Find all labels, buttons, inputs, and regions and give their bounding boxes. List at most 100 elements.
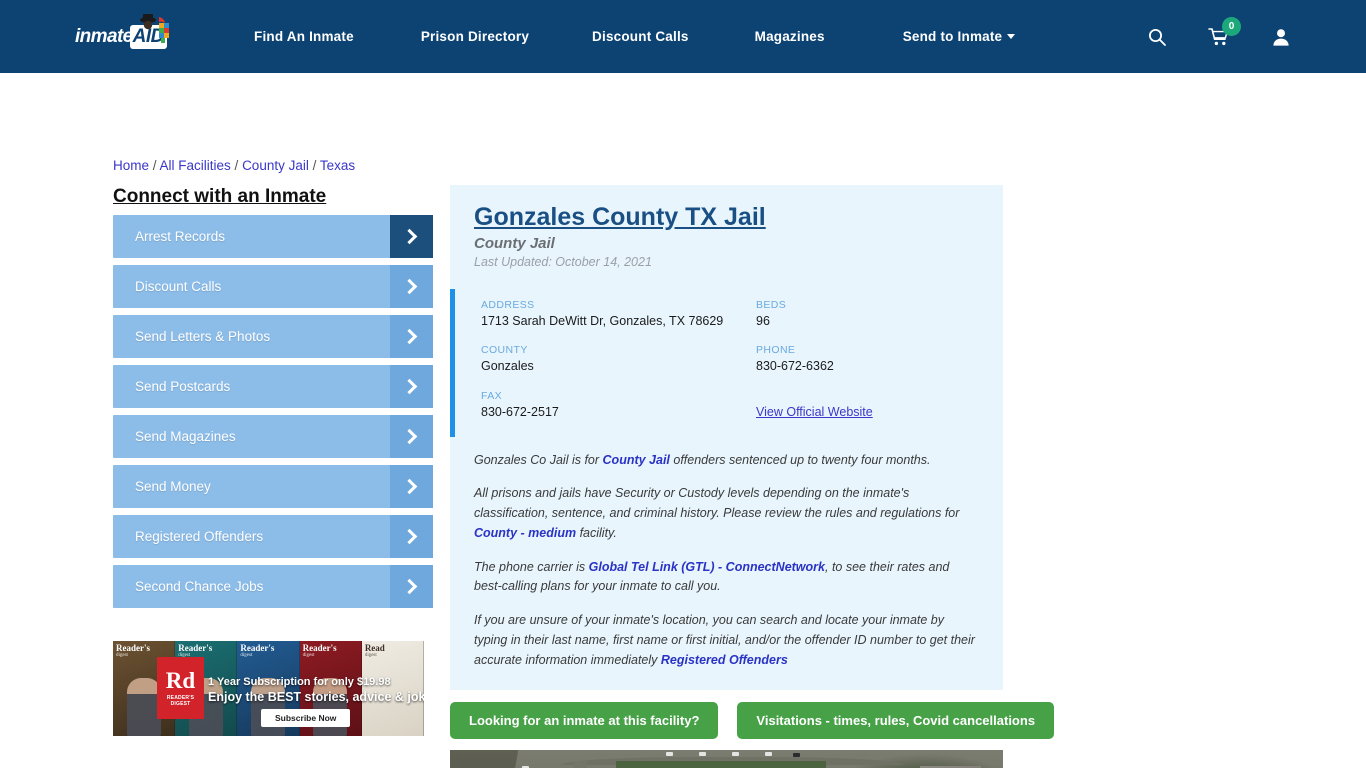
sidebar-item-label: Arrest Records (135, 229, 226, 244)
facility-aerial-image: Gonzales County Jail (450, 750, 1003, 768)
person-glyph (1273, 28, 1289, 46)
facility-info-grid: ADDRESS 1713 Sarah DeWitt Dr, Gonzales, … (481, 299, 979, 421)
nav-item-discount-calls[interactable]: Discount Calls (592, 23, 689, 50)
info-value: 96 (756, 313, 770, 328)
nav-item-prison-directory[interactable]: Prison Directory (421, 23, 529, 50)
ad-cover-photo (313, 678, 348, 736)
info-field-address: ADDRESS 1713 Sarah DeWitt Dr, Gonzales, … (481, 299, 756, 330)
nav-item-send-to-inmate[interactable]: Send to Inmate (903, 23, 1016, 50)
sidebar-item-discount-calls[interactable]: Discount Calls (113, 265, 433, 308)
info-field-phone: PHONE 830-672-6362 (756, 344, 979, 375)
p1-link-county-jail[interactable]: County Jail (603, 453, 670, 467)
page-title: Gonzales County TX Jail (474, 203, 766, 231)
sidebar-item-label: Discount Calls (135, 279, 222, 294)
page-body: Home / All Facilities / County Jail / Te… (0, 73, 1366, 768)
info-value: 830-672-6362 (756, 359, 834, 374)
breadcrumb: Home / All Facilities / County Jail / Te… (113, 158, 355, 173)
chevron-down-icon (1007, 34, 1016, 39)
sidebar-item-label: Registered Offenders (135, 529, 264, 544)
sidebar-item-label: Send Money (135, 479, 211, 494)
p1-text-a: Gonzales Co Jail is for (474, 452, 603, 467)
p2-link-county-medium[interactable]: County - medium (474, 526, 576, 540)
site-header: inmate AID Find An Inmate Prison Directo… (0, 0, 1366, 73)
facility-type: County Jail (474, 234, 555, 252)
sidebar-heading: Connect with an Inmate (113, 186, 327, 207)
chevron-right-icon (390, 465, 433, 508)
breadcrumb-separator-1: / (149, 158, 160, 173)
p2-text-a: All prisons and jails have Security or C… (474, 486, 960, 521)
breadcrumb-item-home[interactable]: Home (113, 158, 149, 173)
info-value: 1713 Sarah DeWitt Dr, Gonzales, TX 78629 (481, 313, 724, 328)
breadcrumb-item-texas[interactable]: Texas (320, 158, 355, 173)
account-icon[interactable] (1268, 24, 1294, 50)
sidebar-item-label: Second Chance Jobs (135, 579, 264, 594)
sidebar-item-label: Send Postcards (135, 379, 231, 394)
sidebar-item-send-postcards[interactable]: Send Postcards (113, 365, 433, 408)
sidebar-item-send-letters-photos[interactable]: Send Letters & Photos (113, 315, 433, 358)
info-label: PHONE (756, 344, 796, 357)
search-glyph (1149, 28, 1166, 46)
nav-item-magazines[interactable]: Magazines (755, 23, 825, 50)
info-field-website: View Official Website (756, 390, 979, 421)
ad-cover-photo (251, 678, 285, 736)
aerial-road-vertical (574, 760, 587, 768)
breadcrumb-item-all-facilities[interactable]: All Facilities (160, 158, 231, 173)
header-icon-group: 0 (1144, 16, 1294, 50)
sidebar: Arrest Records Discount Calls Send Lette… (113, 215, 433, 615)
info-label-spacer (756, 390, 979, 402)
ad-cover-sub: digest (364, 653, 377, 659)
ad-cover-title: Read (364, 643, 385, 653)
description-paragraph-1: Gonzales Co Jail is for County Jail offe… (474, 451, 979, 471)
chevron-right-icon (390, 515, 433, 558)
aerial-grass (615, 760, 827, 768)
sidebar-item-label: Send Magazines (135, 429, 236, 444)
p3-text-a: The phone carrier is (474, 559, 589, 574)
ad-cover: Reader's digest (237, 641, 300, 736)
cart-count-badge: 0 (1222, 16, 1241, 36)
description-paragraph-3: The phone carrier is Global Tel Link (GT… (474, 558, 979, 598)
ad-cover-strip: Reader's digest Reader's digest Reader's… (113, 641, 424, 736)
facility-card-header: Gonzales County TX Jail County Jail Last… (450, 185, 1003, 275)
ad-cover-sub: digest (240, 653, 253, 659)
primary-navigation: Find An Inmate Prison Directory Discount… (254, 23, 1016, 50)
ad-cover: Read digest (361, 641, 424, 736)
sidebar-item-second-chance-jobs[interactable]: Second Chance Jobs (113, 565, 433, 608)
sidebar-item-send-magazines[interactable]: Send Magazines (113, 415, 433, 458)
description-paragraph-2: All prisons and jails have Security or C… (474, 484, 979, 543)
sidebar-item-registered-offenders[interactable]: Registered Offenders (113, 515, 433, 558)
search-icon[interactable] (1144, 24, 1170, 50)
info-value: Gonzales (481, 359, 534, 374)
advertisement-banner[interactable]: Reader's digest Reader's digest Reader's… (113, 641, 424, 736)
ad-cover-title: Reader's (302, 643, 337, 653)
ad-cover: Reader's digest (175, 641, 238, 736)
visitations-button[interactable]: Visitations - times, rules, Covid cancel… (737, 702, 1055, 739)
info-label: ADDRESS (481, 298, 535, 311)
breadcrumb-item-county-jail[interactable]: County Jail (242, 158, 309, 173)
logo-wordmark: inmate (75, 26, 133, 47)
sidebar-item-send-money[interactable]: Send Money (113, 465, 433, 508)
official-website-link[interactable]: View Official Website (756, 405, 873, 419)
find-inmate-button[interactable]: Looking for an inmate at this facility? (450, 702, 719, 739)
mascot-icon (140, 13, 169, 43)
description-paragraph-4: If you are unsure of your inmate's locat… (474, 611, 979, 670)
chevron-right-icon (390, 215, 433, 258)
ad-cover: Reader's digest (113, 641, 176, 736)
nav-item-find-an-inmate[interactable]: Find An Inmate (254, 23, 354, 50)
info-label: BEDS (756, 298, 787, 311)
chevron-right-icon (390, 415, 433, 458)
info-label: FAX (481, 390, 503, 402)
info-field-beds: BEDS 96 (756, 299, 979, 330)
p4-link-registered-offenders[interactable]: Registered Offenders (661, 653, 788, 667)
breadcrumb-separator-2: / (230, 158, 243, 173)
ad-cover-title: Reader's (116, 643, 150, 653)
site-logo[interactable]: inmate AID (75, 13, 187, 55)
nav-item-send-to-inmate-label: Send to Inmate (902, 29, 1003, 44)
sidebar-item-arrest-records[interactable]: Arrest Records (113, 215, 433, 258)
chevron-right-icon (390, 315, 433, 358)
p3-link-phone-carrier[interactable]: Global Tel Link (GTL) - ConnectNetwork (589, 560, 825, 574)
ad-cover-title: Reader's (178, 643, 213, 653)
p1-text-b: offenders sentenced up to twenty four mo… (669, 452, 931, 467)
ad-cover-title: Reader's (240, 643, 275, 653)
cart-icon[interactable]: 0 (1206, 16, 1241, 50)
ad-cover-photo (126, 678, 161, 736)
